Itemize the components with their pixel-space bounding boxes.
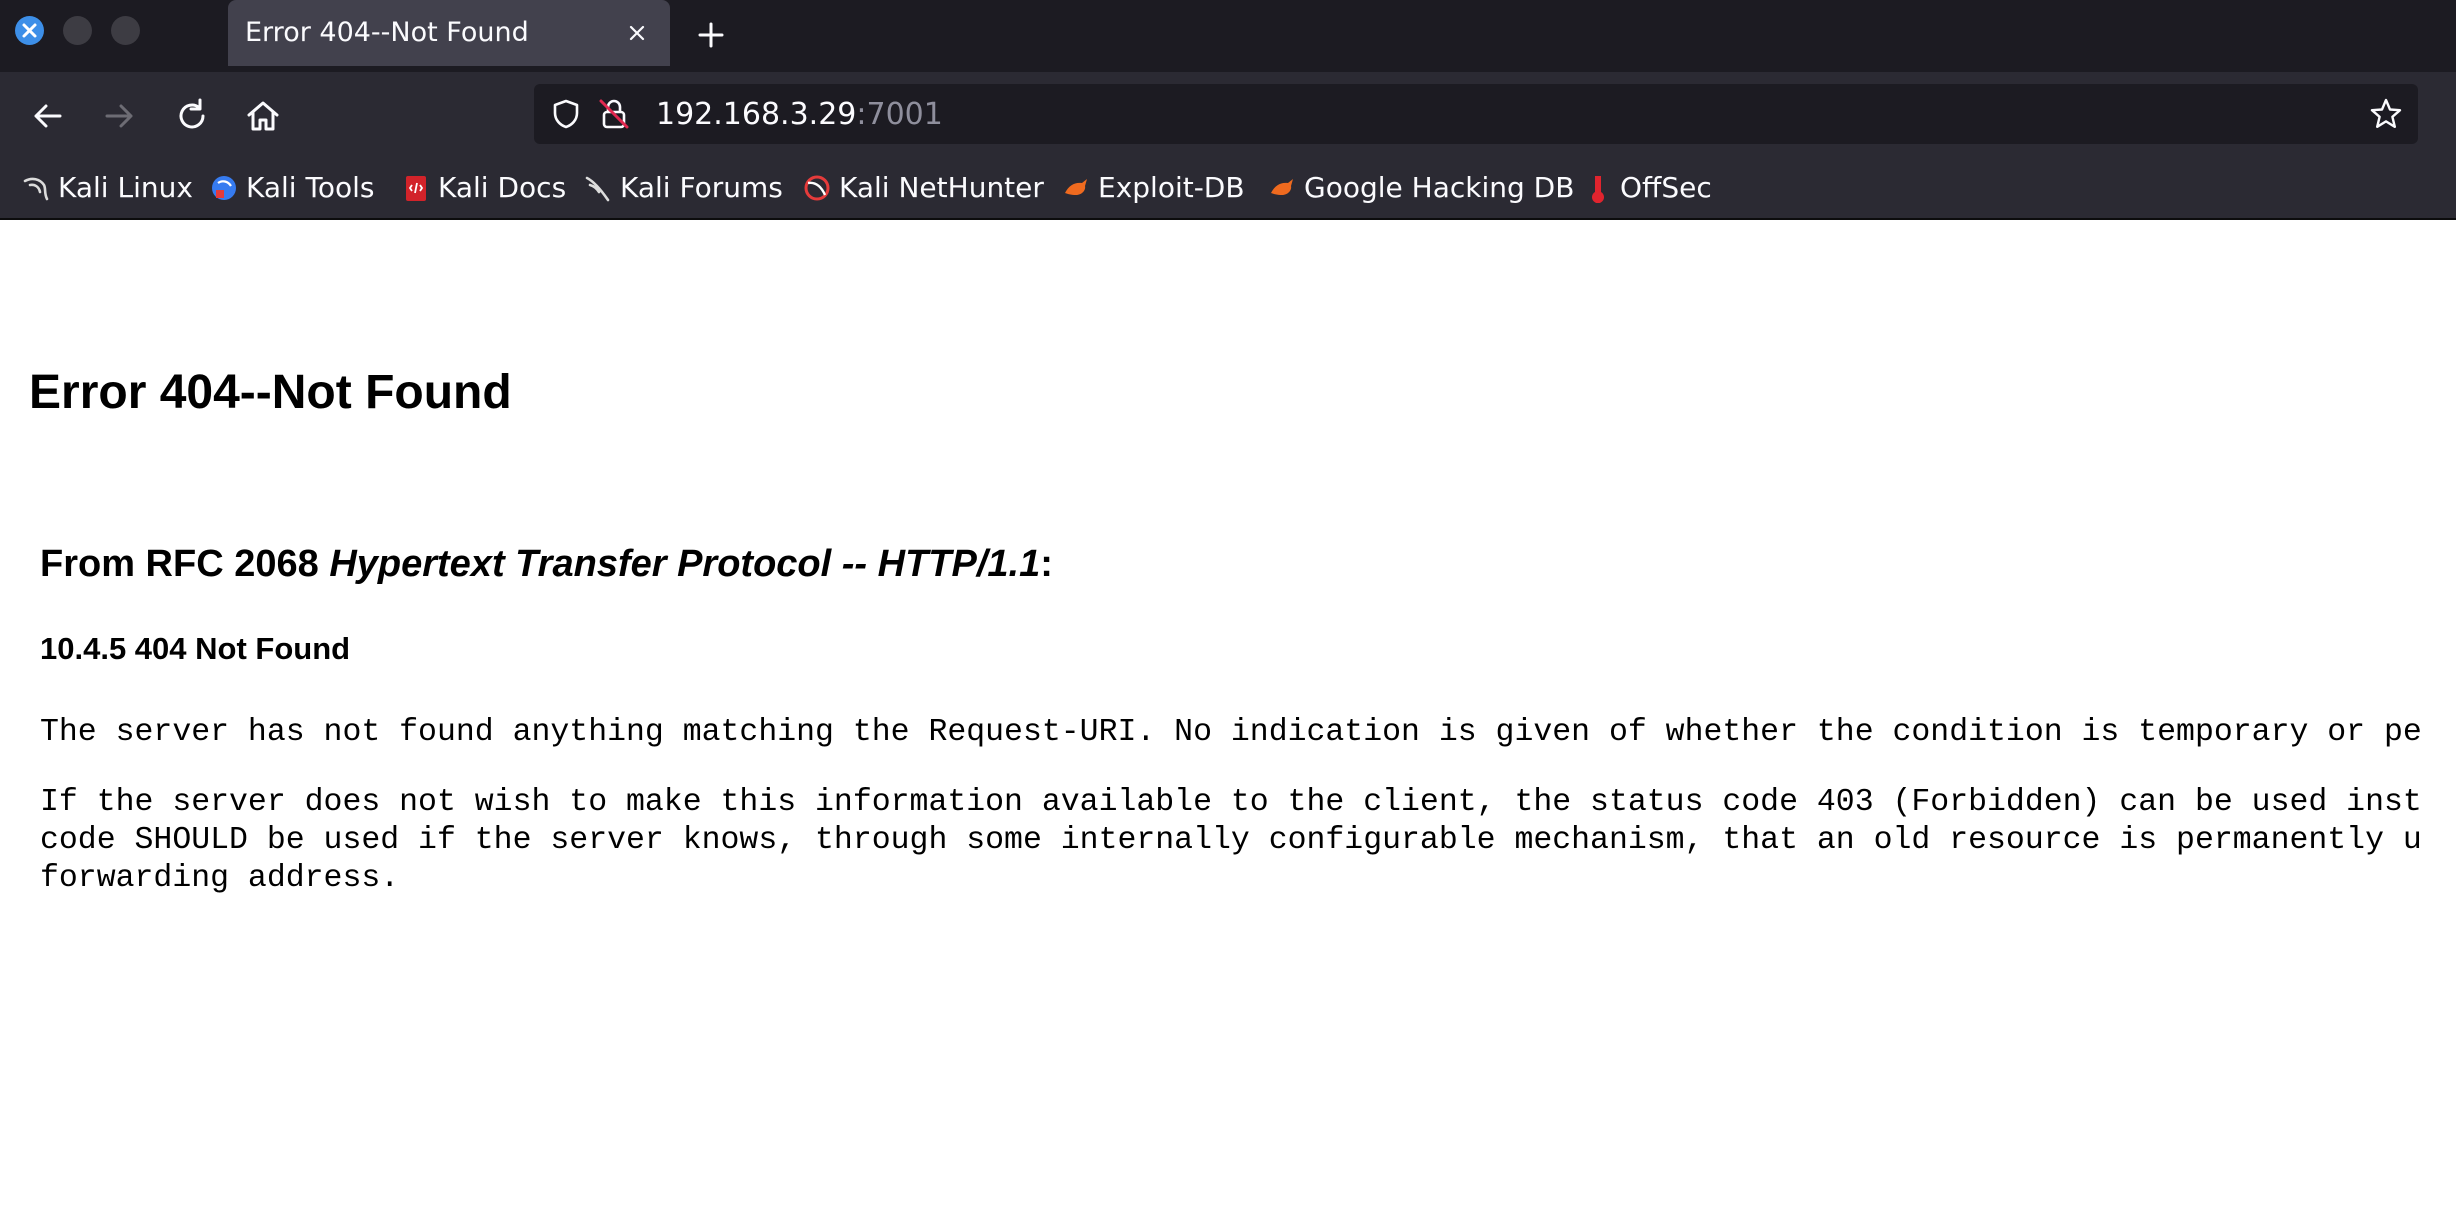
navigation-toolbar: 192.168.3.29:7001 [0, 72, 2456, 160]
bookmarks-toolbar: Kali Linux Kali Tools Kali Docs Kali For… [0, 160, 2456, 220]
rfc-reference-heading: From RFC 2068 Hypertext Transfer Protoco… [40, 542, 1053, 586]
new-tab-icon[interactable] [696, 20, 726, 50]
forward-arrow-icon[interactable] [99, 96, 139, 136]
window-minimize-button[interactable] [63, 16, 92, 45]
tab-bar: Error 404--Not Found [0, 0, 2456, 72]
paragraph-1: The server has not found anything matchi… [40, 715, 2422, 750]
shield-icon[interactable] [550, 98, 582, 130]
section-heading: 10.4.5 404 Not Found [40, 631, 351, 666]
offsec-icon [1592, 176, 1604, 203]
paragraph-2-line-2: code SHOULD be used if the server knows,… [40, 823, 2422, 858]
bookmark-kali-tools[interactable]: Kali Tools [210, 170, 374, 206]
browser-chrome: Error 404--Not Found 192.168.3.29:7001 K… [0, 0, 2456, 220]
bookmark-label: Kali Forums [620, 171, 783, 204]
url-host: 192.168.3.29 [656, 97, 857, 132]
bookmark-label: OffSec [1620, 171, 1712, 204]
back-arrow-icon[interactable] [28, 96, 68, 136]
tab-active[interactable]: Error 404--Not Found [228, 0, 670, 66]
url-port: :7001 [856, 97, 943, 132]
bookmark-label: Google Hacking DB [1304, 171, 1575, 204]
tab-title: Error 404--Not Found [245, 17, 529, 48]
bookmark-label: Kali Docs [438, 171, 567, 204]
url-text[interactable]: 192.168.3.29:7001 [656, 98, 943, 132]
home-icon[interactable] [243, 96, 283, 136]
bookmark-label: Exploit-DB [1098, 171, 1245, 204]
ghdb-icon [1271, 179, 1293, 195]
kali-dragon-icon [23, 177, 49, 201]
bookmark-kali-docs[interactable]: Kali Docs [402, 170, 566, 206]
bookmark-google-hacking-db[interactable]: Google Hacking DB [1268, 170, 1574, 206]
bookmark-label: Kali NetHunter [839, 171, 1044, 204]
bookmark-offsec[interactable]: OffSec [1584, 170, 1712, 206]
rfc-title: Hypertext Transfer Protocol -- HTTP/1.1 [329, 543, 1041, 585]
bookmark-kali-linux[interactable]: Kali Linux [22, 170, 193, 206]
bookmark-kali-forums[interactable]: Kali Forums [584, 170, 783, 206]
close-icon [22, 23, 37, 38]
rfc-suffix: : [1040, 543, 1053, 585]
url-bar[interactable]: 192.168.3.29:7001 [534, 84, 2418, 144]
nethunter-icon [804, 175, 830, 201]
insecure-lock-icon[interactable] [596, 96, 632, 132]
kali-docs-icon [406, 176, 426, 201]
page-content: Error 404--Not Found From RFC 2068 Hyper… [0, 220, 2456, 1230]
bookmark-kali-nethunter[interactable]: Kali NetHunter [803, 170, 1044, 206]
rfc-prefix: From RFC 2068 [40, 543, 330, 585]
window-close-button[interactable] [15, 16, 44, 45]
bookmark-label: Kali Tools [246, 171, 375, 204]
kali-forums-icon [585, 176, 610, 202]
exploit-db-icon [1065, 179, 1087, 195]
bookmark-label: Kali Linux [58, 171, 193, 204]
reload-icon[interactable] [172, 96, 212, 136]
paragraph-2-line-3: forwarding address. [40, 861, 400, 896]
paragraph-2: If the server does not wish to make this… [40, 784, 2422, 898]
bookmark-star-icon[interactable] [2368, 96, 2404, 132]
bookmark-exploit-db[interactable]: Exploit-DB [1062, 170, 1245, 206]
page-title: Error 404--Not Found [29, 366, 512, 419]
kali-tools-icon [212, 176, 236, 200]
tab-close-icon[interactable] [624, 20, 650, 46]
paragraph-2-line-1: If the server does not wish to make this… [40, 785, 2422, 820]
window-maximize-button[interactable] [111, 16, 140, 45]
